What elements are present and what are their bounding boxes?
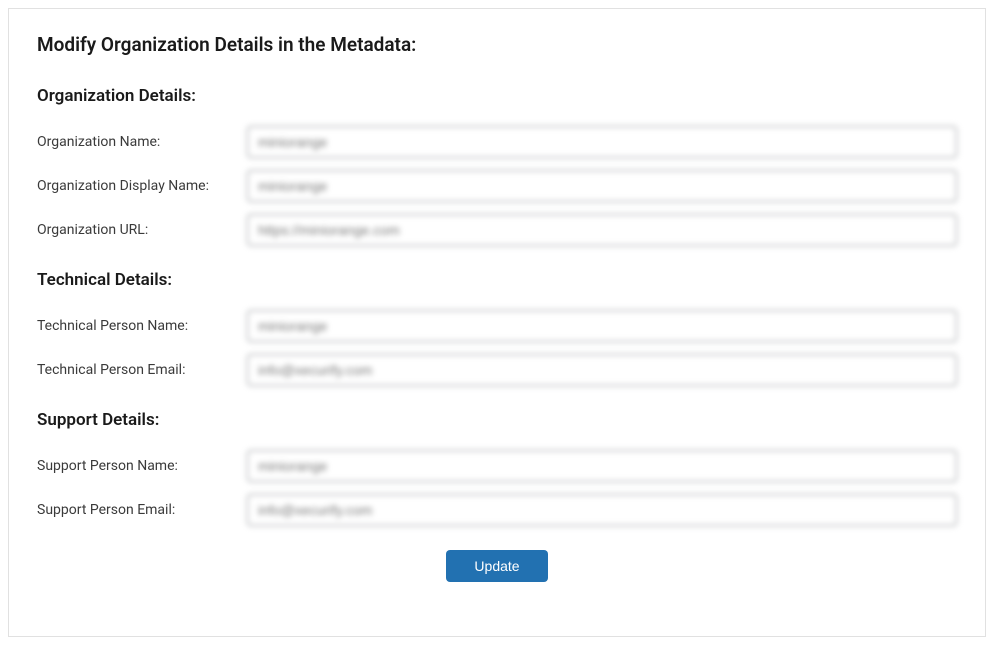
form-row: Organization Name: — [37, 126, 957, 158]
update-button[interactable]: Update — [446, 550, 547, 582]
form-actions: Update — [37, 550, 957, 582]
organization-section-title: Organization Details: — [37, 86, 957, 106]
form-row: Organization URL: — [37, 214, 957, 246]
support-person-name-label: Support Person Name: — [37, 458, 247, 474]
form-row: Organization Display Name: — [37, 170, 957, 202]
organization-url-label: Organization URL: — [37, 222, 247, 238]
technical-person-email-label: Technical Person Email: — [37, 362, 247, 378]
form-row: Technical Person Email: — [37, 354, 957, 386]
technical-section-title: Technical Details: — [37, 270, 957, 290]
organization-display-name-label: Organization Display Name: — [37, 178, 247, 194]
form-row: Support Person Email: — [37, 494, 957, 526]
support-person-name-input[interactable] — [247, 450, 957, 482]
support-person-email-input[interactable] — [247, 494, 957, 526]
support-section-title: Support Details: — [37, 410, 957, 430]
technical-person-name-input[interactable] — [247, 310, 957, 342]
organization-url-input[interactable] — [247, 214, 957, 246]
form-row: Technical Person Name: — [37, 310, 957, 342]
technical-person-name-label: Technical Person Name: — [37, 318, 247, 334]
support-section: Support Details: Support Person Name: Su… — [37, 410, 957, 526]
form-row: Support Person Name: — [37, 450, 957, 482]
organization-name-label: Organization Name: — [37, 134, 247, 150]
support-person-email-label: Support Person Email: — [37, 502, 247, 518]
organization-display-name-input[interactable] — [247, 170, 957, 202]
page-title: Modify Organization Details in the Metad… — [37, 33, 957, 56]
organization-name-input[interactable] — [247, 126, 957, 158]
metadata-settings-panel: Modify Organization Details in the Metad… — [8, 8, 986, 637]
technical-section: Technical Details: Technical Person Name… — [37, 270, 957, 386]
organization-section: Organization Details: Organization Name:… — [37, 86, 957, 246]
technical-person-email-input[interactable] — [247, 354, 957, 386]
